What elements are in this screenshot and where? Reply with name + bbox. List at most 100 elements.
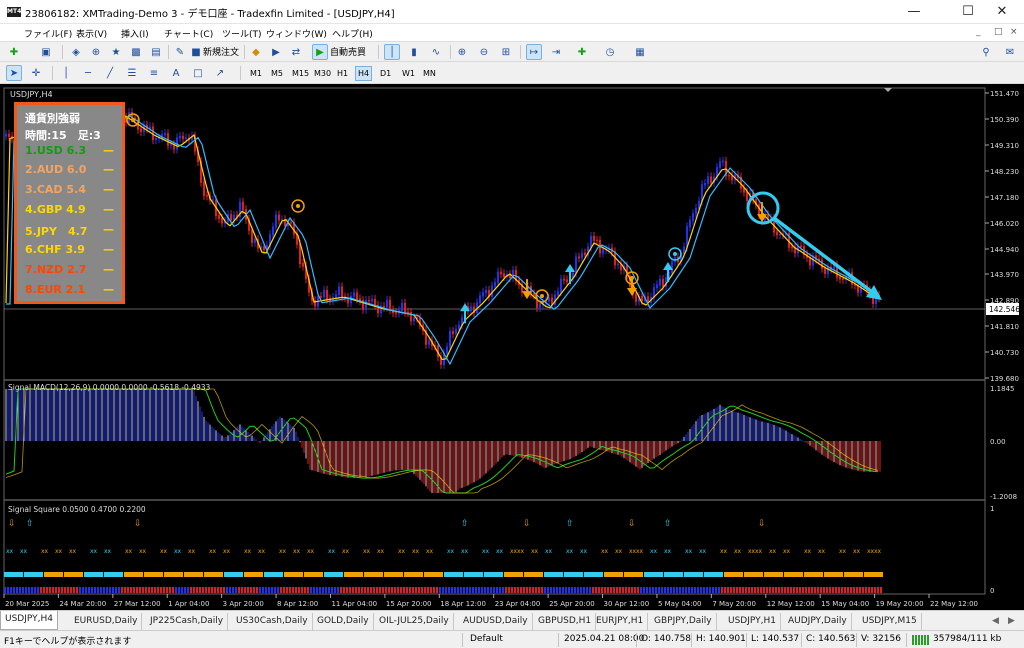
vertical-line-icon[interactable]: │ [58,65,74,81]
square-sell-arrow: ⇩ [628,519,636,529]
mdi-restore-icon[interactable]: □ [994,27,1003,37]
terminal-icon[interactable]: ▩ [128,44,144,60]
chat-icon[interactable]: ✉ [1002,44,1018,60]
tile-windows-icon[interactable]: ⊞ [498,44,514,60]
options-icon[interactable]: ⇄ [288,44,304,60]
tester-icon[interactable]: ▤ [148,44,164,60]
square-dot: xx [720,548,728,555]
square-strip [496,587,498,593]
tf-m30[interactable]: M30 [311,66,334,81]
price-tick-label: 139.680 [990,375,1019,383]
time-tick-label: 15 May 04:00 [821,600,869,608]
tf-d1[interactable]: D1 [377,66,394,81]
tab-eurusd-daily[interactable]: EURUSD,Daily [70,613,143,630]
tab-scroll-right-icon[interactable]: ▶ [1004,613,1019,630]
tab-gbpusd-h1[interactable]: GBPUSD,H1 [534,613,597,630]
tf-h1[interactable]: H1 [334,66,351,81]
new-chart-icon[interactable]: ✚ [6,44,22,60]
tab-usdjpy-m15[interactable]: USDJPY,M15 [858,613,922,630]
chart-shift-icon[interactable]: ▶ [268,44,284,60]
square-strip [826,587,828,593]
minimize-button[interactable]: — [892,0,936,24]
square-strip [685,587,687,593]
menu-tools[interactable]: ツール(T) [222,27,262,40]
square-strip [508,587,510,593]
tab-usdjpy-h4[interactable]: USDJPY,H4 [0,611,58,630]
chart-window[interactable]: xx xx xx xx xx xx xx xx xx xx xx xx xx xx xx xx xx xx xx xx… [0,84,1024,610]
square-strip [250,587,252,593]
square-bar [404,572,423,577]
square-strip [115,587,117,593]
status-high: H: 140.901 [696,634,746,644]
square-bar [824,572,843,577]
signals-icon[interactable]: ◆ [248,44,264,60]
menu-chart[interactable]: チャート(C) [164,27,213,40]
candlestick-icon[interactable]: ▮ [406,44,422,60]
tab-us30cash-daily[interactable]: US30Cash,Daily [232,613,313,630]
tab-usdjpy-h1[interactable]: USDJPY,H1 [724,613,781,630]
market-watch-icon[interactable]: ◈ [68,44,84,60]
auto-trading-button[interactable]: 自動売買 [330,45,366,58]
square-strip [505,587,507,593]
trendline-icon[interactable]: ╱ [102,65,118,81]
crosshair-icon[interactable]: ✛ [28,65,44,81]
cursor-icon[interactable]: ➤ [6,65,22,81]
tab-audusd-daily[interactable]: AUDUSD,Daily [459,613,533,630]
tf-m5[interactable]: M5 [268,66,286,81]
fibonacci-icon[interactable]: ≡ [146,65,162,81]
navigator-icon[interactable]: ★ [108,44,124,60]
candle [452,331,454,334]
label-tool-icon[interactable]: □ [190,65,206,81]
profiles-icon[interactable]: ▣ [38,44,54,60]
zoom-in-icon[interactable]: ⊕ [454,44,470,60]
menu-file[interactable]: ファイル(F) [24,27,72,40]
periods-icon[interactable]: ◷ [602,44,618,60]
tf-mn[interactable]: MN [420,66,439,81]
search-icon[interactable]: ⚲ [978,44,994,60]
templates-icon[interactable]: ▦ [632,44,648,60]
square-strip [643,587,645,593]
tf-m15[interactable]: M15 [289,66,312,81]
new-order-button[interactable]: 新規注文 [203,45,239,58]
tab-oil-daily[interactable]: OIL-JUL25,Daily [375,613,454,630]
square-strip [658,587,660,593]
channel-icon[interactable]: ☰ [124,65,140,81]
menu-insert[interactable]: 挿入(I) [121,27,149,40]
square-strip [193,587,195,593]
autoscroll-icon[interactable]: ↦ [526,44,542,60]
square-strip [847,587,849,593]
tab-audjpy-daily[interactable]: AUDJPY,Daily [784,613,852,630]
tab-scroll-left-icon[interactable]: ◀ [988,613,1003,630]
mdi-minimize-icon[interactable]: _ [976,27,981,37]
tab-gbpjpy-daily[interactable]: GBPJPY,Daily [650,613,717,630]
tab-eurjpy-h1[interactable]: EURJPY,H1 [592,613,649,630]
square-strip [781,587,783,593]
tf-w1[interactable]: W1 [399,66,418,81]
shift-end-icon[interactable]: ⇥ [548,44,564,60]
menu-help[interactable]: ヘルプ(H) [332,27,373,40]
data-window-icon[interactable]: ⊕ [88,44,104,60]
horizontal-line-icon[interactable]: ─ [80,65,96,81]
auto-trading-icon[interactable]: ▶ [312,44,328,60]
tab-jp225cash-daily[interactable]: JP225Cash,Daily [146,613,229,630]
arrows-tool-icon[interactable]: ↗ [212,65,228,81]
candle [692,213,694,221]
candle [566,279,568,283]
zoom-out-icon[interactable]: ⊖ [476,44,492,60]
square-strip [601,587,603,593]
square-strip [154,587,156,593]
close-button[interactable]: ✕ [980,0,1024,24]
mdi-close-icon[interactable]: × [1010,27,1018,37]
menu-view[interactable]: 表示(V) [76,27,107,40]
metaeditor-icon[interactable]: ✎ [172,44,188,60]
menu-window[interactable]: ウィンドウ(W) [266,27,327,40]
new-order-icon[interactable]: ■ [188,44,204,60]
line-chart-icon[interactable]: ∿ [428,44,444,60]
bar-chart-icon[interactable]: │ [384,44,400,60]
tab-gold-daily[interactable]: GOLD,Daily [313,613,374,630]
candle [494,281,496,287]
text-tool-icon[interactable]: A [168,65,184,81]
tf-m1[interactable]: M1 [247,66,265,81]
indicators-icon[interactable]: ✚ [574,44,590,60]
tf-h4[interactable]: H4 [355,66,373,81]
